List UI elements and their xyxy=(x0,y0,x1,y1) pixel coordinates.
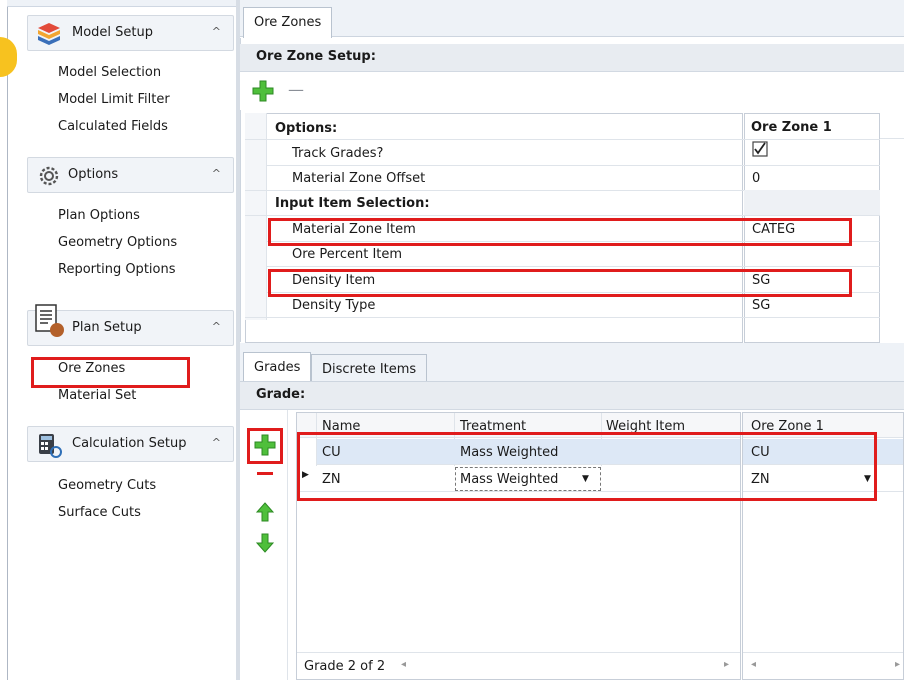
group-label: Calculation Setup xyxy=(72,436,187,451)
group-header-model-setup[interactable]: Model Setup ^ xyxy=(27,15,234,51)
ore-zone-column-header: Ore Zone 1 xyxy=(751,120,832,135)
collapse-chevron-icon[interactable]: ^ xyxy=(212,320,221,333)
nav-item-model-selection[interactable]: Model Selection xyxy=(58,65,161,80)
heading-row-fill xyxy=(744,190,880,215)
tab-discrete-items[interactable]: Discrete Items xyxy=(311,354,427,382)
material-zone-offset-value[interactable]: 0 xyxy=(752,171,760,186)
group-header-plan-setup[interactable]: Plan Setup ^ xyxy=(27,304,234,346)
collapse-chevron-icon[interactable]: ^ xyxy=(212,25,221,38)
nav-item-material-set[interactable]: Material Set xyxy=(58,388,136,403)
nav-item-geometry-options[interactable]: Geometry Options xyxy=(58,235,177,250)
highlight-box-ore-zones xyxy=(31,357,190,388)
tab-grades[interactable]: Grades xyxy=(243,352,311,382)
pager-text: Grade 2 of 2 xyxy=(304,659,386,674)
top-tab-strip xyxy=(240,0,904,37)
move-down-arrow-icon[interactable] xyxy=(256,533,274,553)
nav-top-strip xyxy=(7,0,236,7)
tab-ore-zones[interactable]: Ore Zones xyxy=(243,7,332,38)
highlight-box-density-item xyxy=(268,269,852,297)
options-heading: Options: xyxy=(275,121,338,136)
group-header-options[interactable]: Options ^ xyxy=(27,157,234,193)
layered-cube-icon xyxy=(38,23,60,45)
pager-bar-right xyxy=(743,652,903,679)
nav-item-surface-cuts[interactable]: Surface Cuts xyxy=(58,505,141,520)
row-line xyxy=(245,215,880,216)
scroll-left-icon[interactable]: ◂ xyxy=(401,659,406,670)
document-cube-icon xyxy=(35,304,64,337)
grid-spacer xyxy=(880,113,904,139)
group-label: Plan Setup xyxy=(72,320,142,335)
section-title: Ore Zone Setup: xyxy=(240,44,904,72)
group-header-calculation-setup[interactable]: Calculation Setup ^ xyxy=(27,426,234,462)
grade-title: Grade: xyxy=(240,382,904,410)
scroll-right-icon[interactable]: ▸ xyxy=(895,659,900,670)
track-grades-label: Track Grades? xyxy=(292,146,384,161)
move-up-arrow-icon[interactable] xyxy=(256,502,274,522)
nav-item-calculated-fields[interactable]: Calculated Fields xyxy=(58,119,168,134)
density-type-value[interactable]: SG xyxy=(752,298,770,313)
highlight-box-add-grade xyxy=(247,428,283,464)
toolbar xyxy=(240,72,904,110)
track-grades-checkbox[interactable] xyxy=(752,141,768,157)
row-indent xyxy=(245,113,267,320)
nav-item-plan-options[interactable]: Plan Options xyxy=(58,208,140,223)
scroll-right-icon[interactable]: ▸ xyxy=(724,659,729,670)
density-type-label: Density Type xyxy=(292,298,376,313)
collapse-chevron-icon[interactable]: ^ xyxy=(212,436,221,449)
highlight-box-material-zone-item xyxy=(268,218,852,246)
row-line xyxy=(267,165,880,166)
left-border xyxy=(7,0,8,680)
calculator-icon xyxy=(39,434,62,458)
nav-item-geometry-cuts[interactable]: Geometry Cuts xyxy=(58,478,156,493)
nav-item-reporting-options[interactable]: Reporting Options xyxy=(58,262,176,277)
group-label: Options xyxy=(68,167,119,182)
nav-item-model-limit-filter[interactable]: Model Limit Filter xyxy=(58,92,170,107)
row-line xyxy=(267,266,880,267)
remove-grade-minus-icon[interactable] xyxy=(257,472,273,475)
ore-percent-item-label: Ore Percent Item xyxy=(292,247,403,262)
highlight-box-grade-rows xyxy=(297,432,877,501)
material-zone-offset-label: Material Zone Offset xyxy=(292,171,426,186)
input-item-heading: Input Item Selection: xyxy=(275,196,430,211)
row-line xyxy=(245,317,880,318)
collapse-chevron-icon[interactable]: ^ xyxy=(212,167,221,180)
group-label: Model Setup xyxy=(72,25,154,40)
row-line xyxy=(245,139,880,140)
gears-icon xyxy=(39,166,59,186)
add-plus-icon[interactable] xyxy=(252,80,274,102)
scroll-left-icon[interactable]: ◂ xyxy=(751,659,756,670)
remove-minus-icon[interactable]: — xyxy=(288,80,304,99)
